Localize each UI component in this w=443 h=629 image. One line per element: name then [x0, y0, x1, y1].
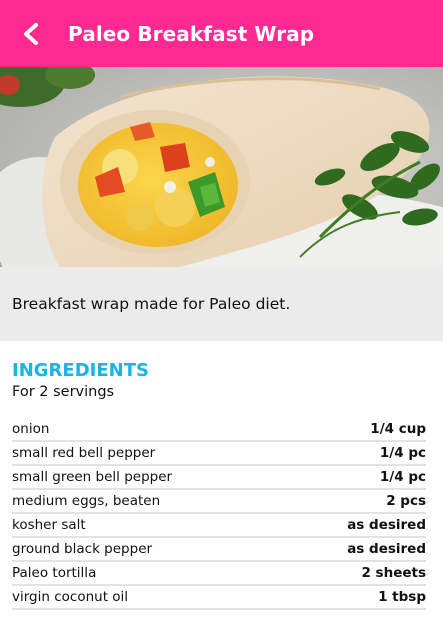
ingredients-heading: INGREDIENTS: [12, 360, 149, 381]
ingredient-quantity: 2 sheets: [361, 565, 426, 581]
ingredient-quantity: 1/4 pc: [379, 445, 426, 461]
list-item: virgin coconut oil 1 tbsp: [12, 586, 426, 610]
list-item: small red bell pepper 1/4 pc: [12, 442, 426, 466]
app-header: Paleo Breakfast Wrap: [0, 0, 443, 67]
list-item: kosher salt as desired: [12, 514, 426, 538]
list-item: small green bell pepper 1/4 pc: [12, 466, 426, 490]
list-item: ground black pepper as desired: [12, 538, 426, 562]
ingredient-quantity: 1/4 cup: [370, 421, 426, 437]
ingredient-name: ground black pepper: [12, 541, 153, 557]
ingredient-name: Paleo tortilla: [12, 565, 97, 581]
ingredient-name: small red bell pepper: [12, 445, 156, 461]
ingredient-quantity: as desired: [347, 517, 426, 533]
ingredient-name: small green bell pepper: [12, 469, 173, 485]
page-title: Paleo Breakfast Wrap: [68, 21, 315, 46]
ingredient-quantity: 1/4 pc: [379, 469, 426, 485]
description-text: Breakfast wrap made for Paleo diet.: [12, 295, 291, 313]
ingredient-name: medium eggs, beaten: [12, 493, 161, 509]
recipe-description: Breakfast wrap made for Paleo diet.: [0, 267, 443, 341]
ingredient-name: kosher salt: [12, 517, 86, 533]
list-item: medium eggs, beaten 2 pcs: [12, 490, 426, 514]
back-button[interactable]: [0, 0, 64, 67]
wrap-photo-illustration: [0, 67, 443, 267]
servings-text: For 2 servings: [12, 384, 115, 400]
ingredient-quantity: 2 pcs: [386, 493, 426, 509]
ingredient-quantity: 1 tbsp: [378, 589, 426, 605]
list-item: Paleo tortilla 2 sheets: [12, 562, 426, 586]
list-item: onion 1/4 cup: [12, 418, 426, 442]
recipe-photo: [0, 67, 443, 267]
ingredient-name: onion: [12, 421, 50, 437]
ingredient-quantity: as desired: [347, 541, 426, 557]
chevron-left-icon: [24, 22, 38, 45]
ingredient-name: virgin coconut oil: [12, 589, 129, 605]
ingredients-list: onion 1/4 cup small red bell pepper 1/4 …: [12, 418, 426, 610]
